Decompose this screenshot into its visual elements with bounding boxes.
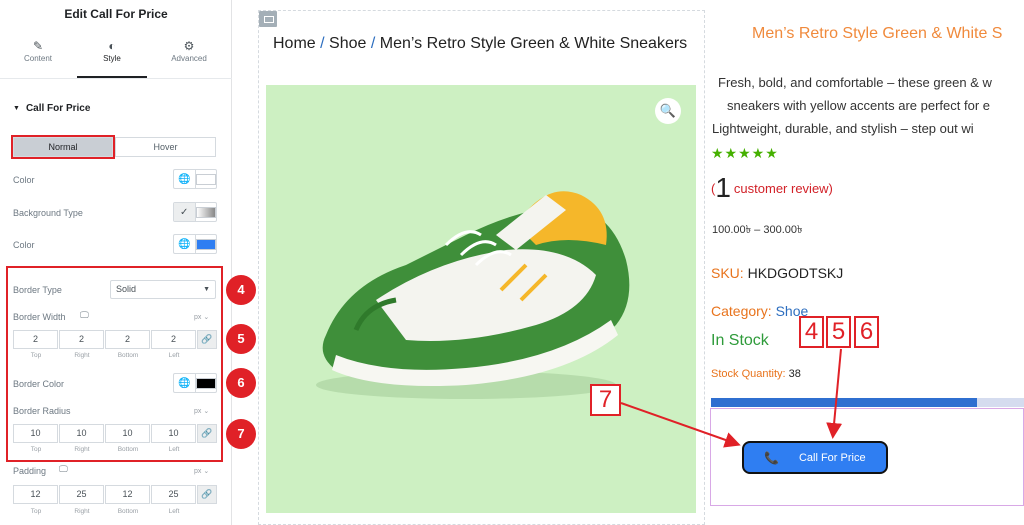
monitor-icon[interactable]: 🖵 (59, 464, 68, 475)
border-color-label: Border Color (13, 379, 65, 389)
zoom-search-icon[interactable]: 🔍 (655, 98, 681, 124)
padding-bottom[interactable]: 12 (105, 485, 150, 504)
tab-style-label: Style (103, 54, 121, 63)
padding-dim-labels: Top Right Bottom Left (30, 508, 180, 515)
globe-icon[interactable]: 🌐 (174, 235, 195, 253)
caret-down-icon: ▼ (203, 286, 210, 293)
brush-icon[interactable]: ✓ (174, 203, 195, 221)
padding-unit[interactable]: px ⌄ (194, 467, 209, 475)
link-icon[interactable]: 🔗 (197, 330, 217, 349)
section-title: Call For Price (25, 103, 91, 114)
border-color-control[interactable]: 🌐 (173, 373, 217, 393)
color-swatch-blue[interactable] (195, 238, 216, 250)
phone-icon: 📞 (764, 450, 779, 465)
callout-badge-4: 4 (226, 275, 256, 305)
callout-box-4: 4 (799, 316, 824, 348)
monitor-icon[interactable]: 🖵 (80, 310, 89, 321)
callout-badge-6: 6 (226, 368, 256, 398)
background-color-control[interactable]: 🌐 (173, 234, 217, 254)
border-width-dim-labels: Top Right Bottom Left (30, 352, 180, 359)
highlight-box-normal (11, 135, 115, 159)
padding-label: Padding (13, 466, 47, 476)
border-width-inputs: 2 2 2 2 🔗 (13, 330, 217, 349)
stock-quantity: Stock Quantity: 38 (711, 368, 801, 380)
callout-badge-5: 5 (226, 324, 256, 354)
border-radius-unit[interactable]: px ⌄ (194, 407, 209, 415)
padding-top[interactable]: 12 (13, 485, 58, 504)
review-link[interactable]: (1 customer review) (711, 172, 833, 204)
color-control[interactable]: 🌐 (173, 169, 217, 189)
tab-advanced[interactable]: ⚙ Advanced (154, 38, 224, 63)
stock-status: In Stock (711, 332, 769, 349)
callout-badge-7: 7 (226, 419, 256, 449)
call-for-price-button[interactable]: 📞 Call For Price (742, 441, 888, 474)
tab-advanced-label: Advanced (171, 54, 207, 63)
border-radius-inputs: 10 10 10 10 🔗 (13, 424, 217, 443)
border-width-left[interactable]: 2 (151, 330, 196, 349)
callout-box-5: 5 (826, 316, 851, 348)
product-title: Men’s Retro Style Green & White S (752, 25, 1003, 42)
color-swatch-black[interactable] (195, 377, 216, 389)
rating-stars: ★★★★★ (711, 145, 779, 161)
padding-right[interactable]: 25 (59, 485, 104, 504)
sku: SKU: HKDGODTSKJ (711, 265, 844, 281)
tab-content-label: Content (23, 54, 53, 63)
color-swatch-white[interactable] (195, 173, 216, 185)
color-label: Color (13, 175, 35, 185)
tab-style[interactable]: ◐ Style (77, 38, 147, 63)
border-radius-left[interactable]: 10 (151, 424, 196, 443)
background-type-label: Background Type (13, 208, 83, 218)
border-type-label: Border Type (13, 285, 62, 295)
border-width-label: Border Width (13, 312, 66, 322)
link-icon[interactable]: 🔗 (197, 485, 217, 504)
background-type-control[interactable]: ✓ (173, 202, 217, 222)
color-label-2: Color (13, 240, 35, 250)
pencil-icon: ✎ (32, 39, 44, 53)
padding-left[interactable]: 25 (151, 485, 196, 504)
review-count: 1 (715, 172, 731, 203)
border-type-select[interactable]: Solid ▼ (110, 280, 216, 299)
gradient-icon[interactable] (194, 203, 216, 221)
section-edit-handle[interactable] (259, 11, 277, 27)
globe-icon[interactable]: 🌐 (174, 374, 195, 392)
callout-box-7: 7 (590, 384, 621, 416)
breadcrumb: Home / Shoe / Men’s Retro Style Green & … (273, 35, 688, 52)
callout-box-6: 6 (854, 316, 879, 348)
caret-down-icon: ▼ (13, 105, 20, 112)
padding-inputs: 12 25 12 25 🔗 (13, 485, 217, 504)
price-range: 100.00৳ – 300.00৳ (712, 224, 803, 236)
section-toggle[interactable]: ▼ Call For Price (13, 103, 90, 114)
globe-icon[interactable]: 🌐 (174, 170, 195, 188)
product-image[interactable] (266, 85, 696, 513)
stock-progress-fill (711, 398, 978, 407)
state-hover-tab[interactable]: Hover (115, 137, 216, 157)
category: Category: Shoe (711, 303, 809, 319)
tab-content[interactable]: ✎ Content (3, 38, 73, 63)
editor-panel: Edit Call For Price ✎ Content ◐ Style ⚙ … (0, 0, 232, 525)
border-width-top[interactable]: 2 (13, 330, 58, 349)
link-icon[interactable]: 🔗 (197, 424, 217, 443)
breadcrumb-current: Men’s Retro Style Green & White Sneakers (379, 35, 688, 52)
half-circle-icon: ◐ (108, 39, 116, 53)
panel-title: Edit Call For Price (64, 7, 168, 21)
border-width-right[interactable]: 2 (59, 330, 104, 349)
border-width-bottom[interactable]: 2 (105, 330, 150, 349)
sneaker-illustration (316, 191, 630, 399)
border-radius-dim-labels: Top Right Bottom Left (30, 446, 180, 453)
gear-icon: ⚙ (183, 39, 195, 53)
product-description: Fresh, bold, and comfortable – these gre… (712, 75, 992, 136)
border-radius-right[interactable]: 10 (59, 424, 104, 443)
tabs-divider (0, 78, 232, 79)
breadcrumb-shoe[interactable]: Shoe (329, 35, 366, 52)
border-radius-label: Border Radius (13, 406, 71, 416)
border-radius-top[interactable]: 10 (13, 424, 58, 443)
call-for-price-label: Call For Price (798, 451, 866, 464)
breadcrumb-home[interactable]: Home (273, 35, 316, 52)
border-radius-bottom[interactable]: 10 (105, 424, 150, 443)
border-type-value: Solid (116, 284, 137, 294)
border-width-unit[interactable]: px ⌄ (194, 313, 209, 321)
